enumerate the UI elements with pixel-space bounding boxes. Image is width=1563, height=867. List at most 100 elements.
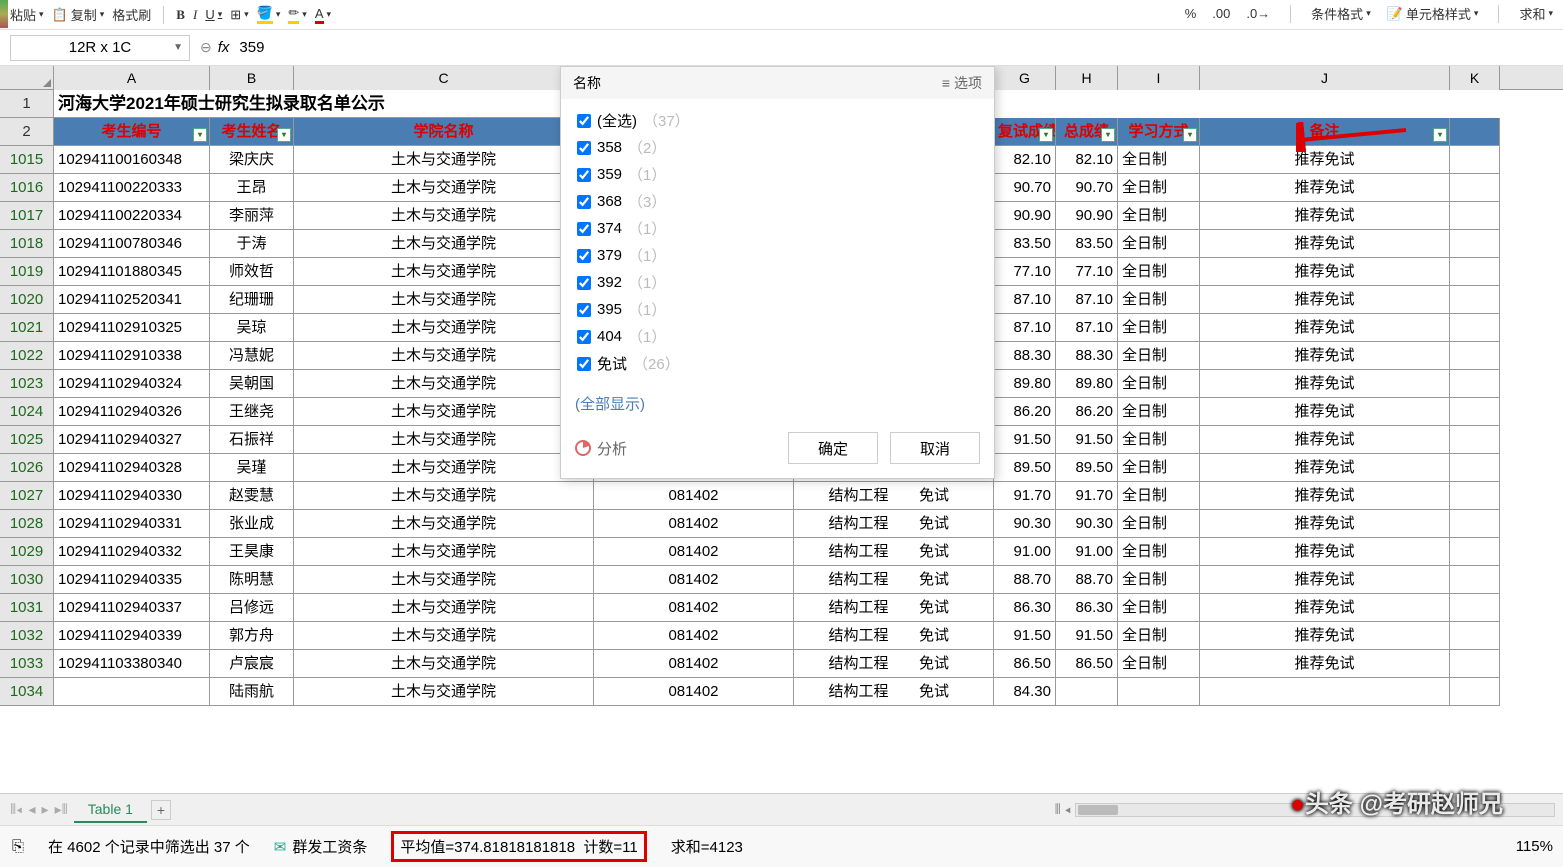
filter-checkbox[interactable] — [577, 330, 591, 344]
filter-checkbox[interactable] — [577, 276, 591, 290]
data-cell[interactable]: 88.30 — [994, 342, 1056, 370]
data-cell[interactable]: 86.30 — [1056, 594, 1118, 622]
data-cell[interactable] — [54, 678, 210, 706]
data-cell[interactable]: 91.50 — [1056, 426, 1118, 454]
data-cell[interactable]: 土木与交通学院 — [294, 594, 594, 622]
data-cell[interactable]: 081402 — [594, 594, 794, 622]
data-cell[interactable]: 土木与交通学院 — [294, 258, 594, 286]
filter-icon[interactable]: ▾ — [1039, 128, 1053, 142]
data-cell[interactable]: 83.50 — [994, 230, 1056, 258]
data-cell[interactable]: 全日制 — [1118, 286, 1200, 314]
data-cell[interactable] — [1450, 398, 1500, 426]
data-cell[interactable]: 91.00 — [994, 538, 1056, 566]
data-cell[interactable]: 纪珊珊 — [210, 286, 294, 314]
data-cell[interactable]: 土木与交通学院 — [294, 342, 594, 370]
data-cell[interactable] — [1450, 202, 1500, 230]
data-cell[interactable]: 87.10 — [1056, 314, 1118, 342]
data-cell[interactable]: 全日制 — [1118, 482, 1200, 510]
data-cell[interactable]: 推荐免试 — [1200, 370, 1450, 398]
filter-item[interactable]: (全选)（37） — [577, 107, 978, 134]
row-header[interactable]: 1 — [0, 90, 54, 118]
data-cell[interactable]: 推荐免试 — [1200, 314, 1450, 342]
data-cell[interactable]: 102941102520341 — [54, 286, 210, 314]
data-cell[interactable] — [1450, 594, 1500, 622]
filter-options-button[interactable]: ≡ 选项 — [942, 73, 982, 93]
row-header[interactable]: 1028 — [0, 510, 54, 538]
data-cell[interactable]: 推荐免试 — [1200, 594, 1450, 622]
row-header[interactable]: 1027 — [0, 482, 54, 510]
row-header[interactable]: 1016 — [0, 174, 54, 202]
data-cell[interactable]: 吴朝国 — [210, 370, 294, 398]
data-cell[interactable] — [1450, 370, 1500, 398]
filter-checkbox[interactable] — [577, 195, 591, 209]
data-cell[interactable]: 83.50 — [1056, 230, 1118, 258]
data-cell[interactable]: 86.20 — [994, 398, 1056, 426]
filter-icon[interactable]: ▾ — [193, 128, 207, 142]
data-cell[interactable]: 师效哲 — [210, 258, 294, 286]
column-header-cell[interactable]: 考生姓名▾ — [210, 118, 294, 146]
data-cell[interactable] — [1056, 678, 1118, 706]
filter-item[interactable]: 359（1） — [577, 161, 978, 188]
data-cell[interactable]: 90.30 — [994, 510, 1056, 538]
row-header[interactable]: 2 — [0, 118, 54, 146]
data-cell[interactable]: 吕修远 — [210, 594, 294, 622]
data-cell[interactable]: 全日制 — [1118, 594, 1200, 622]
copy-button[interactable]: 📋复制▾ — [52, 5, 105, 24]
data-cell[interactable]: 推荐免试 — [1200, 650, 1450, 678]
data-cell[interactable]: 86.30 — [994, 594, 1056, 622]
column-header-cell[interactable]: 学院名称▾ — [294, 118, 594, 146]
row-header[interactable]: 1022 — [0, 342, 54, 370]
data-cell[interactable]: 结构工程免试 — [794, 538, 994, 566]
data-cell[interactable]: 全日制 — [1118, 454, 1200, 482]
data-cell[interactable]: 李丽萍 — [210, 202, 294, 230]
underline-button[interactable]: U▾ — [205, 7, 222, 22]
filter-icon[interactable]: ▾ — [1433, 128, 1447, 142]
filter-item[interactable]: 免试（26） — [577, 350, 978, 377]
data-cell[interactable]: 102941100220333 — [54, 174, 210, 202]
filter-checkbox[interactable] — [577, 114, 591, 128]
cell-reference-box[interactable]: 12R x 1C ▼ — [10, 35, 190, 61]
fill-color-button[interactable]: 🪣▾ — [257, 5, 281, 24]
col-header[interactable]: G — [994, 66, 1056, 90]
data-cell[interactable]: 结构工程免试 — [794, 678, 994, 706]
data-cell[interactable] — [1450, 566, 1500, 594]
font-color-button[interactable]: A▾ — [315, 6, 331, 24]
data-cell[interactable]: 土木与交通学院 — [294, 286, 594, 314]
paste-button[interactable]: 粘贴▾ — [10, 5, 44, 24]
row-header[interactable]: 1015 — [0, 146, 54, 174]
column-header-cell[interactable] — [1450, 118, 1500, 146]
data-cell[interactable]: 推荐免试 — [1200, 538, 1450, 566]
row-header[interactable]: 1021 — [0, 314, 54, 342]
data-cell[interactable]: 推荐免试 — [1200, 286, 1450, 314]
data-cell[interactable]: 陆雨航 — [210, 678, 294, 706]
data-cell[interactable]: 全日制 — [1118, 510, 1200, 538]
sum-button[interactable]: 求和▾ — [1519, 4, 1553, 23]
data-cell[interactable]: 土木与交通学院 — [294, 146, 594, 174]
data-cell[interactable]: 88.70 — [994, 566, 1056, 594]
col-header[interactable]: B — [210, 66, 294, 90]
data-cell[interactable]: 89.80 — [1056, 370, 1118, 398]
filter-item[interactable]: 374（1） — [577, 215, 978, 242]
row-header[interactable]: 1020 — [0, 286, 54, 314]
status-mode-icon[interactable]: ⎘ — [12, 838, 24, 855]
row-header[interactable]: 1033 — [0, 650, 54, 678]
data-cell[interactable] — [1450, 230, 1500, 258]
data-cell[interactable]: 89.80 — [994, 370, 1056, 398]
data-cell[interactable] — [1450, 538, 1500, 566]
row-header[interactable]: 1034 — [0, 678, 54, 706]
data-cell[interactable]: 102941102910325 — [54, 314, 210, 342]
data-cell[interactable] — [1450, 342, 1500, 370]
row-header[interactable]: 1019 — [0, 258, 54, 286]
data-cell[interactable] — [1450, 258, 1500, 286]
dec-decimal-button[interactable]: .0→ — [1246, 6, 1270, 21]
data-cell[interactable]: 102941102940335 — [54, 566, 210, 594]
data-cell[interactable]: 全日制 — [1118, 258, 1200, 286]
row-header[interactable]: 1029 — [0, 538, 54, 566]
data-cell[interactable]: 推荐免试 — [1200, 482, 1450, 510]
filter-checkbox[interactable] — [577, 168, 591, 182]
row-header[interactable]: 1025 — [0, 426, 54, 454]
data-cell[interactable] — [1450, 454, 1500, 482]
data-cell[interactable]: 结构工程免试 — [794, 482, 994, 510]
percent-button[interactable]: % — [1185, 6, 1197, 21]
data-cell[interactable]: 推荐免试 — [1200, 622, 1450, 650]
